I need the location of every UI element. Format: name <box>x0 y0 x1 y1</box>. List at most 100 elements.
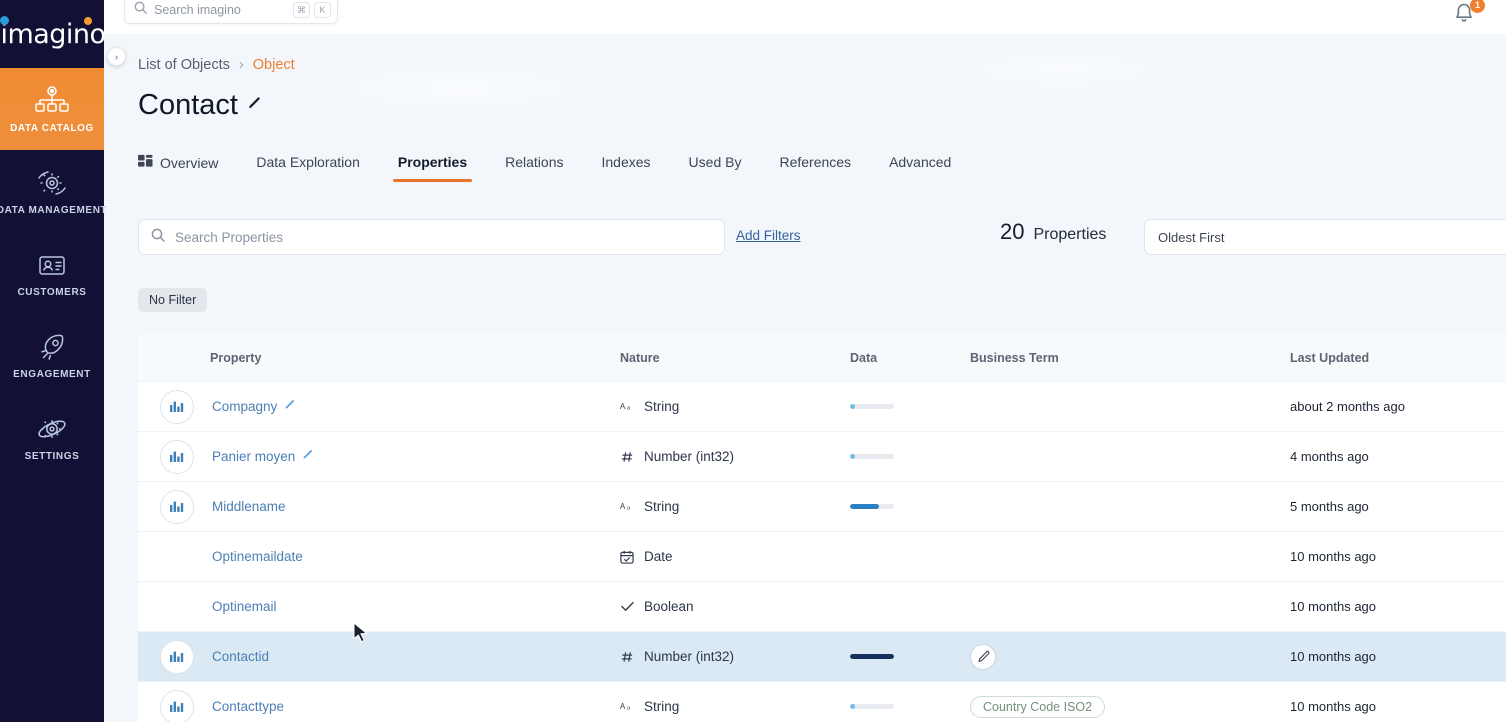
tab-references[interactable]: References <box>779 154 851 182</box>
table-row[interactable]: Middlename Aa String 5 months ago <box>138 482 1506 532</box>
sidebar-item-engagement[interactable]: ENGAGEMENT <box>0 314 104 396</box>
svg-text:A: A <box>620 702 626 711</box>
sidebar-expand-button[interactable]: › <box>107 47 126 66</box>
tab-relations[interactable]: Relations <box>505 154 563 182</box>
tab-advanced[interactable]: Advanced <box>889 154 951 182</box>
table-row[interactable]: Contacttype Aa String Country Code ISO2 10 m… <box>138 682 1506 722</box>
cell-last-updated: 10 months ago <box>1290 698 1490 716</box>
cell-last-updated: 10 months ago <box>1290 648 1490 666</box>
sort-order-select[interactable]: Oldest First <box>1144 219 1506 255</box>
data-fill-bar-value <box>850 654 894 659</box>
column-header-property[interactable]: Property <box>138 351 620 365</box>
kbd-command-icon: ⌘ <box>293 2 310 18</box>
notification-badge: 1 <box>1470 0 1485 13</box>
id-card-icon <box>35 249 69 281</box>
bar-chart-icon <box>160 439 194 474</box>
cell-property: Contacttype <box>138 689 620 722</box>
cell-nature: Number (int32) <box>620 649 850 664</box>
column-header-data[interactable]: Data <box>850 351 970 365</box>
data-fill-bar-value <box>850 504 880 509</box>
nature-label: Number (int32) <box>644 649 735 664</box>
sidebar-item-data-management[interactable]: DATA MANAGEMENT <box>0 150 107 232</box>
table-row[interactable]: Panier moyen Number (int32) 4 months ago <box>138 432 1506 482</box>
sidebar: imagino DATA CATALOG DATA MANAGEMENT CUS… <box>0 0 107 722</box>
add-filters-link[interactable]: Add Filters <box>736 228 801 243</box>
cell-last-updated: 10 months ago <box>1290 548 1490 566</box>
cell-business-term <box>970 643 1290 670</box>
column-header-last-updated[interactable]: Last Updated <box>1290 351 1490 365</box>
global-search-input[interactable]: Search imagino ⌘ K <box>124 0 338 24</box>
brand-logo[interactable]: imagino <box>0 0 106 68</box>
property-name-link[interactable]: Contactid <box>212 649 269 664</box>
tab-indexes[interactable]: Indexes <box>602 154 651 182</box>
svg-text:a: a <box>627 406 631 412</box>
tab-properties[interactable]: Properties <box>392 154 473 182</box>
cell-last-updated: 4 months ago <box>1290 448 1490 466</box>
nature-type-icon: Aa <box>620 501 634 512</box>
bar-chart-icon <box>160 389 194 424</box>
properties-table: Property Nature Data Business Term Last … <box>138 334 1506 722</box>
kbd-k-icon: K <box>314 2 331 18</box>
table-row[interactable]: Contactid Number (int32) 10 months ago <box>138 632 1506 682</box>
tab-used-by[interactable]: Used By <box>689 154 742 182</box>
tab-properties-label: Properties <box>397 154 468 170</box>
property-name-link[interactable]: Optinemail <box>212 599 277 614</box>
edit-property-pencil-icon[interactable] <box>283 400 295 414</box>
nature-label: Number (int32) <box>644 449 735 464</box>
svg-text:A: A <box>620 502 626 511</box>
edit-property-pencil-icon[interactable] <box>301 450 313 464</box>
cell-nature: Date <box>620 549 850 564</box>
column-header-nature[interactable]: Nature <box>620 351 850 365</box>
table-row[interactable]: Compagny Aa String about 2 months ago <box>138 382 1506 432</box>
last-updated-text: 10 months ago <box>1290 648 1377 664</box>
brand-wordmark: imagino <box>0 15 106 50</box>
cell-business-term: Country Code ISO2 <box>970 695 1290 718</box>
nature-label: String <box>644 399 680 414</box>
breadcrumb-root[interactable]: List of Objects <box>138 57 230 73</box>
data-fill-bar-value <box>850 404 856 409</box>
business-term-pill[interactable]: Country Code ISO2 <box>970 695 1106 718</box>
gear-sync-icon <box>35 167 69 199</box>
brand-dot-orange-icon <box>83 16 92 25</box>
cell-property: Compagny <box>138 389 620 424</box>
toolbar: Search Properties Add Filters 20 Propert… <box>138 219 1506 255</box>
nature-type-icon: Aa <box>620 701 634 712</box>
column-header-business-term[interactable]: Business Term <box>970 351 1290 365</box>
table-row[interactable]: Optinemaildate Date 10 months ago <box>138 532 1506 582</box>
tab-data-exploration[interactable]: Data Exploration <box>256 154 360 182</box>
property-name-link[interactable]: Middlename <box>212 499 286 514</box>
cell-data-fill <box>850 654 970 659</box>
breadcrumb-current[interactable]: Object <box>253 57 295 73</box>
cell-last-updated: about 2 months ago <box>1290 398 1490 416</box>
edit-title-pencil-icon[interactable] <box>246 96 261 115</box>
last-updated-text: 5 months ago <box>1290 498 1369 514</box>
tab-relations-label: Relations <box>505 154 564 170</box>
property-name-link[interactable]: Panier moyen <box>212 449 313 464</box>
no-filter-chip[interactable]: No Filter <box>138 288 208 312</box>
tab-overview-label: Overview <box>160 154 219 171</box>
data-fill-bar <box>850 654 894 659</box>
nature-type-icon: Aa <box>620 401 634 412</box>
notifications-button[interactable]: 1 <box>1452 0 1485 31</box>
rocket-icon <box>35 331 69 363</box>
last-updated-text: 10 months ago <box>1290 548 1377 564</box>
property-name-link[interactable]: Optinemaildate <box>212 549 303 564</box>
property-name-link[interactable]: Compagny <box>212 399 295 414</box>
nature-type-icon <box>620 451 634 463</box>
sidebar-label-customers: CUSTOMERS <box>17 286 87 298</box>
table-row[interactable]: Optinemail Boolean 10 months ago <box>138 582 1506 632</box>
business-term-edit-button[interactable] <box>970 643 996 670</box>
cell-nature: Aa String <box>620 499 850 514</box>
search-properties-input[interactable]: Search Properties <box>138 219 725 255</box>
data-fill-bar-value <box>850 704 856 709</box>
svg-text:A: A <box>620 402 626 411</box>
sort-order-value: Oldest First <box>1158 229 1225 245</box>
sidebar-item-settings[interactable]: SETTINGS <box>0 396 104 478</box>
cell-property: Middlename <box>138 489 620 524</box>
property-name-link[interactable]: Contacttype <box>212 699 284 714</box>
sidebar-item-customers[interactable]: CUSTOMERS <box>0 232 104 314</box>
table-header-row: Property Nature Data Business Term Last … <box>138 334 1506 382</box>
overview-icon <box>138 154 153 171</box>
sidebar-item-data-catalog[interactable]: DATA CATALOG <box>0 68 104 150</box>
tab-overview[interactable]: Overview <box>138 154 218 183</box>
